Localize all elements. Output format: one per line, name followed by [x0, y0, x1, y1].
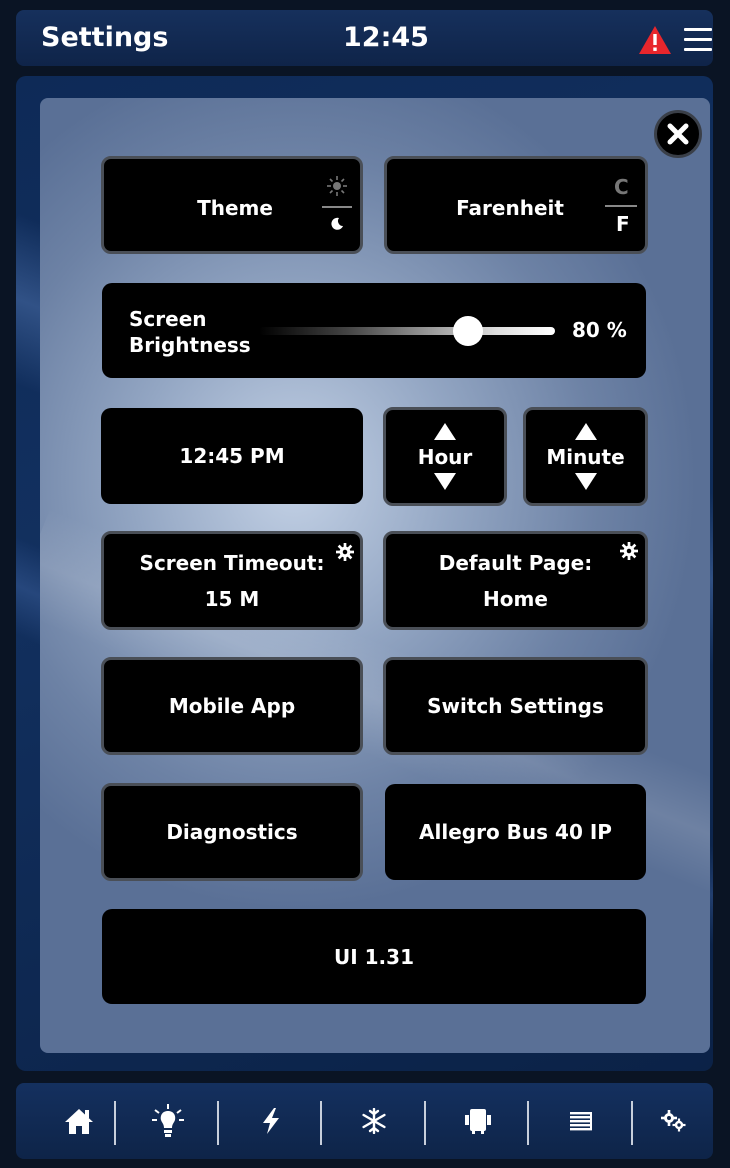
device-model-label: Allegro Bus 40 IP: [419, 820, 612, 844]
nav-climate[interactable]: [324, 1083, 424, 1159]
nav-divider: [217, 1101, 219, 1145]
switch-settings-label: Switch Settings: [427, 694, 604, 718]
snowflake-icon: [362, 1108, 386, 1134]
nav-home[interactable]: [31, 1083, 126, 1159]
lightning-icon: [263, 1108, 279, 1134]
shades-icon: [570, 1112, 592, 1131]
nav-lighting[interactable]: [119, 1083, 217, 1159]
moon-icon: [331, 217, 343, 230]
temp-toggle-divider: [605, 205, 637, 207]
nav-divider: [320, 1101, 322, 1145]
brightness-control: Screen Brightness 80 %: [102, 283, 646, 378]
minute-down-arrow-icon[interactable]: [574, 473, 597, 490]
time-value: 12:45 PM: [179, 444, 285, 468]
minute-adjust-button[interactable]: Minute: [523, 407, 648, 506]
warning-triangle-icon[interactable]: [638, 25, 672, 55]
mobile-app-button[interactable]: Mobile App: [101, 657, 363, 755]
close-icon: [667, 123, 689, 145]
theme-button[interactable]: Theme: [101, 156, 363, 254]
nav-divider: [114, 1101, 116, 1145]
bottom-nav: [16, 1083, 713, 1159]
nav-divider: [527, 1101, 529, 1145]
brightness-label-line2: Brightness: [129, 333, 251, 357]
hamburger-menu-icon[interactable]: [684, 28, 712, 52]
time-display: 12:45 PM: [101, 408, 363, 504]
header-clock: 12:45: [343, 22, 429, 53]
hour-up-arrow-icon[interactable]: [434, 423, 456, 440]
page-title: Settings: [41, 22, 169, 53]
theme-toggle-divider: [322, 206, 352, 208]
nav-divider: [631, 1101, 633, 1145]
top-bar: Settings 12:45: [16, 10, 713, 66]
gear-icon: [620, 542, 638, 560]
brightness-label: Screen Brightness: [129, 306, 251, 358]
diagnostics-label: Diagnostics: [166, 820, 298, 844]
hour-down-arrow-icon[interactable]: [434, 473, 456, 490]
nav-device[interactable]: [428, 1083, 528, 1159]
default-page-label: Default Page:: [438, 550, 593, 575]
screen-timeout-label: Screen Timeout:: [139, 550, 325, 575]
hour-label: Hour: [417, 445, 473, 469]
nav-power[interactable]: [221, 1083, 321, 1159]
lightbulb-icon: [152, 1104, 184, 1137]
brightness-value: 80 %: [572, 318, 627, 342]
version-label: UI 1.31: [334, 944, 414, 969]
brightness-slider-track[interactable]: [259, 327, 555, 335]
default-page-value: Home: [483, 586, 548, 611]
brightness-slider-thumb[interactable]: [453, 316, 483, 346]
minute-label: Minute: [546, 445, 625, 469]
celsius-option: C: [614, 175, 629, 199]
theme-label: Theme: [197, 196, 273, 220]
brightness-label-line1: Screen: [129, 307, 207, 331]
default-page-button[interactable]: Default Page: Home: [383, 531, 648, 630]
device-model-button[interactable]: Allegro Bus 40 IP: [385, 784, 646, 880]
settings-gears-icon: [661, 1110, 686, 1132]
mobile-app-label: Mobile App: [168, 694, 296, 718]
home-icon: [64, 1109, 93, 1134]
switch-settings-button[interactable]: Switch Settings: [383, 657, 648, 755]
nav-settings[interactable]: [634, 1083, 712, 1159]
hour-adjust-button[interactable]: Hour: [383, 407, 507, 506]
nav-divider: [424, 1101, 426, 1145]
gear-icon: [336, 543, 354, 561]
version-display: UI 1.31: [102, 909, 646, 1004]
sun-icon: [327, 176, 347, 196]
device-icon: [465, 1109, 491, 1134]
nav-shades[interactable]: [531, 1083, 631, 1159]
screen-timeout-button[interactable]: Screen Timeout: 15 M: [101, 531, 363, 630]
diagnostics-button[interactable]: Diagnostics: [101, 783, 363, 881]
close-button[interactable]: [654, 110, 702, 158]
temperature-unit-label: Farenheit: [456, 196, 564, 220]
screen-timeout-value: 15 M: [204, 586, 260, 611]
minute-up-arrow-icon[interactable]: [574, 423, 597, 440]
fahrenheit-option: F: [616, 212, 630, 236]
